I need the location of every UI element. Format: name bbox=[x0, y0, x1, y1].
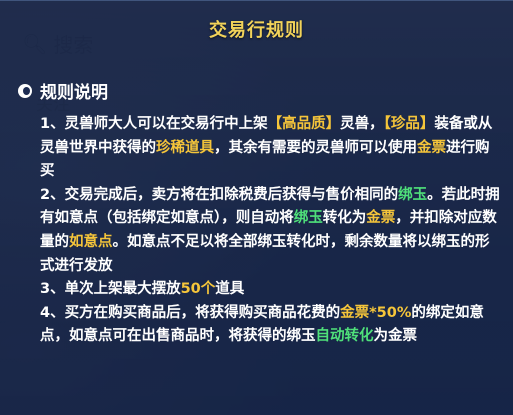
rule-item: 2、交易完成后，卖方将在扣除税费后获得与售价相同的绑玉。若此时拥有如意点（包括绑… bbox=[40, 184, 500, 278]
rule-highlight: 金票 bbox=[366, 210, 396, 227]
rule-text: 3、单次上架最大摆放 bbox=[40, 281, 181, 298]
rule-text: ，其余有需要的灵兽师可以使用 bbox=[214, 139, 417, 156]
rule-text: 转化为 bbox=[322, 210, 367, 227]
trade-rules-dialog: 交易行规则 规则说明 1、灵兽师大人可以在交易行中上架【高品质】灵兽，【珍品】装… bbox=[0, 0, 513, 415]
rule-highlight: 50个 bbox=[180, 281, 216, 298]
rule-text: 道具 bbox=[215, 281, 245, 298]
rule-item: 1、灵兽师大人可以在交易行中上架【高品质】灵兽，【珍品】装备或从灵兽世界中获得的… bbox=[40, 113, 500, 184]
rule-highlight: 绑玉 bbox=[293, 210, 323, 227]
rule-text: 4、买方在购买商品后，将获得购买商品花费的 bbox=[40, 304, 341, 321]
rules-list: 1、灵兽师大人可以在交易行中上架【高品质】灵兽，【珍品】装备或从灵兽世界中获得的… bbox=[40, 113, 500, 349]
rule-highlight: 【珍品】 bbox=[383, 116, 435, 132]
rule-highlight: 绑玉 bbox=[398, 186, 428, 203]
rule-item: 3、单次上架最大摆放50个道具 bbox=[40, 278, 500, 302]
rule-text: 为金票 bbox=[373, 328, 418, 345]
section-title: 规则说明 bbox=[40, 83, 108, 103]
dialog-titlebar: 交易行规则 bbox=[0, 1, 513, 56]
rule-highlight: 珍稀道具 bbox=[156, 139, 214, 156]
rule-text: 2、交易完成后，卖方将在扣除税费后获得与售价相同的 bbox=[40, 186, 399, 203]
rule-highlight: 如意点 bbox=[69, 233, 113, 250]
rule-text: 1、灵兽师大人可以在交易行中上架 bbox=[40, 116, 268, 132]
rule-highlight: 【高品质】 bbox=[267, 116, 341, 132]
rule-text: 灵兽， bbox=[340, 116, 384, 132]
rule-highlight: 金票*50% bbox=[340, 304, 412, 321]
moon-bullet-icon bbox=[18, 83, 32, 98]
rules-section-header: 规则说明 bbox=[18, 78, 108, 103]
rule-highlight: 自动转化 bbox=[315, 328, 374, 345]
rule-item: 4、买方在购买商品后，将获得购买商品花费的金票*50%的绑定如意点，如意点可在出… bbox=[40, 302, 500, 349]
dialog-title: 交易行规则 bbox=[209, 19, 304, 41]
rule-highlight: 金票 bbox=[417, 139, 446, 156]
